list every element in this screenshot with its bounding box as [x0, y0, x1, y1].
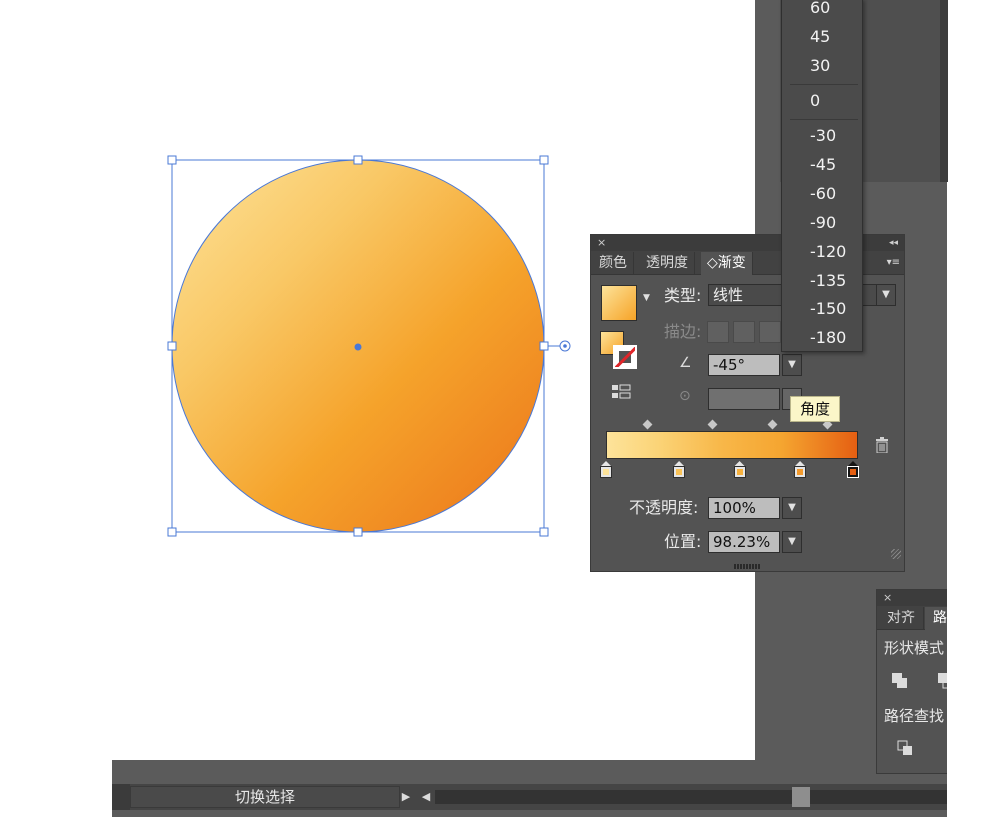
- angle-option[interactable]: -60: [782, 180, 862, 208]
- angle-field[interactable]: -45°: [708, 354, 780, 376]
- gradient-stop[interactable]: [673, 461, 686, 478]
- stroke-swatch[interactable]: [613, 345, 637, 369]
- close-icon[interactable]: ×: [883, 590, 892, 606]
- trash-icon[interactable]: [875, 437, 889, 453]
- angle-option[interactable]: 0: [782, 87, 862, 115]
- angle-option[interactable]: -30: [782, 122, 862, 150]
- type-label: 类型:: [664, 286, 702, 305]
- stroke-across-button[interactable]: [759, 321, 781, 343]
- tab-gradient[interactable]: ◇渐变: [701, 252, 753, 275]
- tab-align[interactable]: 对齐: [879, 607, 924, 630]
- stroke-gradient-options: [707, 321, 781, 343]
- stroke-along-button[interactable]: [733, 321, 755, 343]
- location-label: 位置:: [664, 532, 702, 551]
- angle-option[interactable]: 30: [782, 52, 862, 80]
- opacity-field[interactable]: 100%: [708, 497, 780, 519]
- panel-bottom-grip[interactable]: [734, 564, 760, 569]
- opacity-dropdown-button[interactable]: ▼: [782, 497, 802, 519]
- angle-dropdown-list: 60 45 30 0 -30 -45 -60 -90 -120 -135 -15…: [781, 0, 863, 352]
- gradient-stop[interactable]: [794, 461, 807, 478]
- angle-icon: ∠: [679, 355, 692, 371]
- angle-dropdown-button[interactable]: ▼: [782, 354, 802, 376]
- minus-front-icon[interactable]: [937, 672, 947, 690]
- angle-option[interactable]: -90: [782, 209, 862, 237]
- angle-option[interactable]: -180: [782, 324, 862, 352]
- panel-tabs: 对齐 路: [877, 606, 947, 630]
- gradient-stop[interactable]: [600, 461, 612, 478]
- resize-grip[interactable]: [891, 549, 901, 559]
- angle-option[interactable]: -135: [782, 267, 862, 295]
- midpoint-diamond[interactable]: [767, 419, 778, 430]
- angle-tooltip: 角度: [790, 396, 840, 422]
- type-dropdown-button[interactable]: ▼: [876, 284, 896, 306]
- dropdown-separator: [790, 119, 858, 120]
- tab-transparency[interactable]: 透明度: [640, 252, 695, 275]
- divide-icon[interactable]: [897, 740, 915, 758]
- stroke-label: 描边:: [664, 322, 702, 341]
- chevron-down-icon[interactable]: ▼: [643, 293, 650, 303]
- gradient-slider-bar[interactable]: [606, 431, 858, 459]
- gradient-stop[interactable]: [733, 461, 746, 478]
- aspect-ratio-icon: ⊙: [679, 388, 691, 404]
- angle-option[interactable]: 60: [782, 0, 862, 22]
- horizontal-scrollbar[interactable]: [435, 790, 947, 804]
- location-dropdown-button[interactable]: ▼: [782, 531, 802, 553]
- midpoint-diamond[interactable]: [707, 419, 718, 430]
- panel-menu-icon[interactable]: ▾≡: [887, 253, 900, 273]
- stroke-within-button[interactable]: [707, 321, 729, 343]
- illustrator-window: × ◂◂ 颜色 透明度 ◇渐变 ▾≡ ▼ 类型: 线性 ▼ 描边: ∠ -45°…: [0, 0, 1000, 817]
- close-icon[interactable]: ×: [597, 235, 606, 251]
- angle-option[interactable]: -120: [782, 238, 862, 266]
- status-bar: 切换选择 ▶ ◀: [112, 784, 947, 810]
- center-point: [354, 343, 362, 351]
- opacity-label: 不透明度:: [629, 498, 699, 517]
- gradient-swatch[interactable]: [601, 285, 637, 321]
- status-bar-edge: [112, 784, 130, 810]
- angle-option[interactable]: -150: [782, 295, 862, 323]
- tab-pathfinder[interactable]: 路: [925, 607, 947, 630]
- panel-titlebar[interactable]: ×: [877, 590, 947, 606]
- pathfinders-label: 路径查找: [884, 707, 945, 725]
- scrollbar-thumb[interactable]: [792, 787, 810, 807]
- pathfinder-panel: × 对齐 路 形状模式 路径查找: [876, 589, 947, 774]
- midpoint-diamond[interactable]: [642, 419, 653, 430]
- angle-option[interactable]: 45: [782, 23, 862, 51]
- aspect-ratio-field: [708, 388, 780, 410]
- gradient-stop[interactable]: [846, 461, 859, 478]
- scroll-left-icon[interactable]: ◀: [419, 787, 433, 807]
- angle-option[interactable]: -45: [782, 151, 862, 179]
- selection-tool-status[interactable]: 切换选择: [130, 786, 400, 808]
- reverse-gradient-icon[interactable]: [611, 383, 633, 401]
- dropdown-separator: [790, 84, 858, 85]
- play-icon[interactable]: ▶: [399, 787, 413, 807]
- unite-icon[interactable]: [891, 672, 909, 690]
- tab-color[interactable]: 颜色: [593, 252, 634, 275]
- collapse-icon[interactable]: ◂◂: [889, 235, 898, 251]
- shape-modes-label: 形状模式: [884, 639, 945, 657]
- location-field[interactable]: 98.23%: [708, 531, 780, 553]
